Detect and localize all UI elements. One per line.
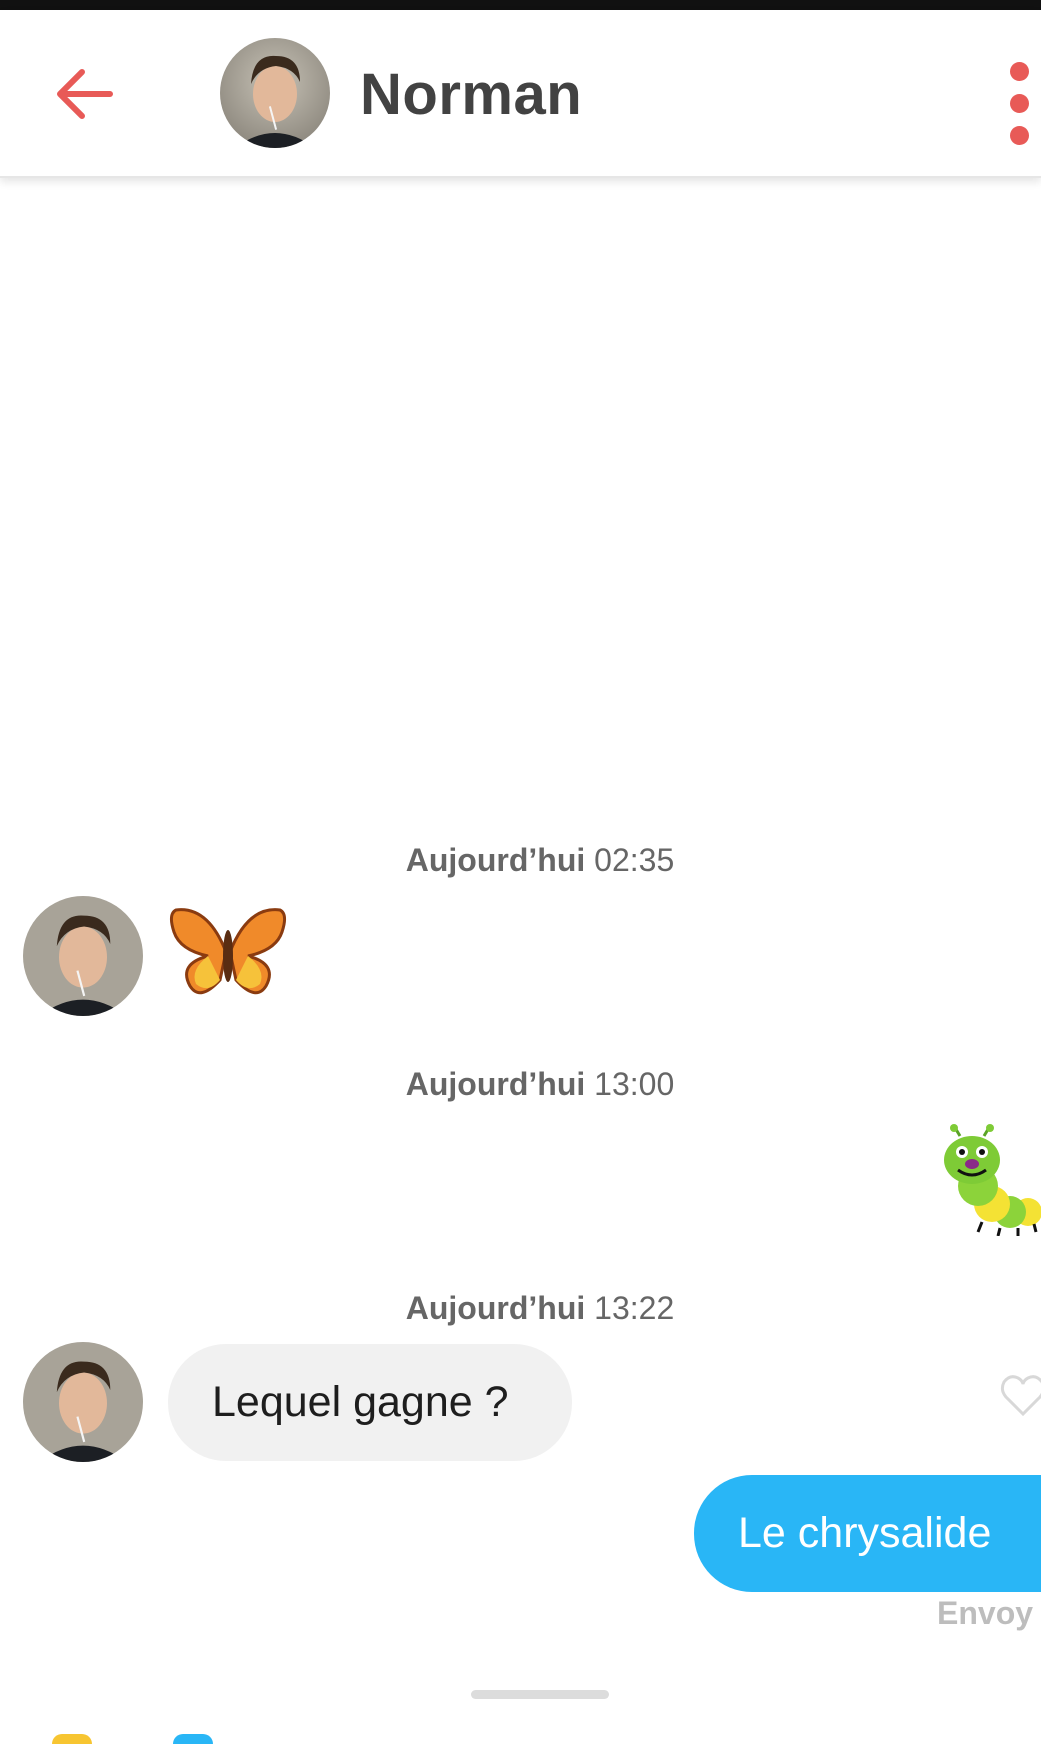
- avatar-photo: [220, 38, 330, 148]
- outgoing-message-bubble[interactable]: Le chrysalide: [694, 1475, 1041, 1592]
- chat-header: Norman: [0, 10, 1041, 178]
- more-vertical-icon[interactable]: [1010, 62, 1038, 152]
- scroll-indicator: [471, 1690, 609, 1699]
- heart-icon[interactable]: [998, 1370, 1041, 1420]
- contact-name[interactable]: Norman: [360, 62, 582, 128]
- emoji-button[interactable]: [52, 1734, 92, 1744]
- gif-button[interactable]: [173, 1734, 213, 1744]
- dot: [1010, 62, 1029, 81]
- timestamp-day: Aujourd’hui: [405, 842, 586, 878]
- contact-avatar[interactable]: [220, 38, 330, 148]
- contact-avatar-small[interactable]: [23, 896, 143, 1016]
- avatar-photo: [23, 896, 143, 1016]
- message-timestamp: Aujourd’hui 13:00: [0, 1066, 1041, 1103]
- timestamp-day: Aujourd’hui: [405, 1290, 586, 1326]
- incoming-message-bubble[interactable]: Lequel gagne ?: [168, 1344, 572, 1461]
- arrow-left-icon[interactable]: [52, 62, 116, 126]
- avatar-photo: [23, 1342, 143, 1462]
- timestamp-day: Aujourd’hui: [405, 1066, 586, 1102]
- dot: [1010, 126, 1029, 145]
- message-status: Envoy: [937, 1595, 1034, 1631]
- timestamp-time: 13:00: [594, 1066, 675, 1102]
- contact-avatar-small[interactable]: [23, 1342, 143, 1462]
- message-timestamp: Aujourd’hui 02:35: [0, 842, 1041, 879]
- dot: [1010, 94, 1029, 113]
- caterpillar-emoji[interactable]: [938, 1124, 1041, 1236]
- message-timestamp: Aujourd’hui 13:22: [0, 1290, 1041, 1327]
- timestamp-time: 02:35: [594, 842, 675, 878]
- timestamp-time: 13:22: [594, 1290, 675, 1326]
- status-bar: [0, 0, 1041, 10]
- butterfly-emoji[interactable]: [168, 904, 288, 1004]
